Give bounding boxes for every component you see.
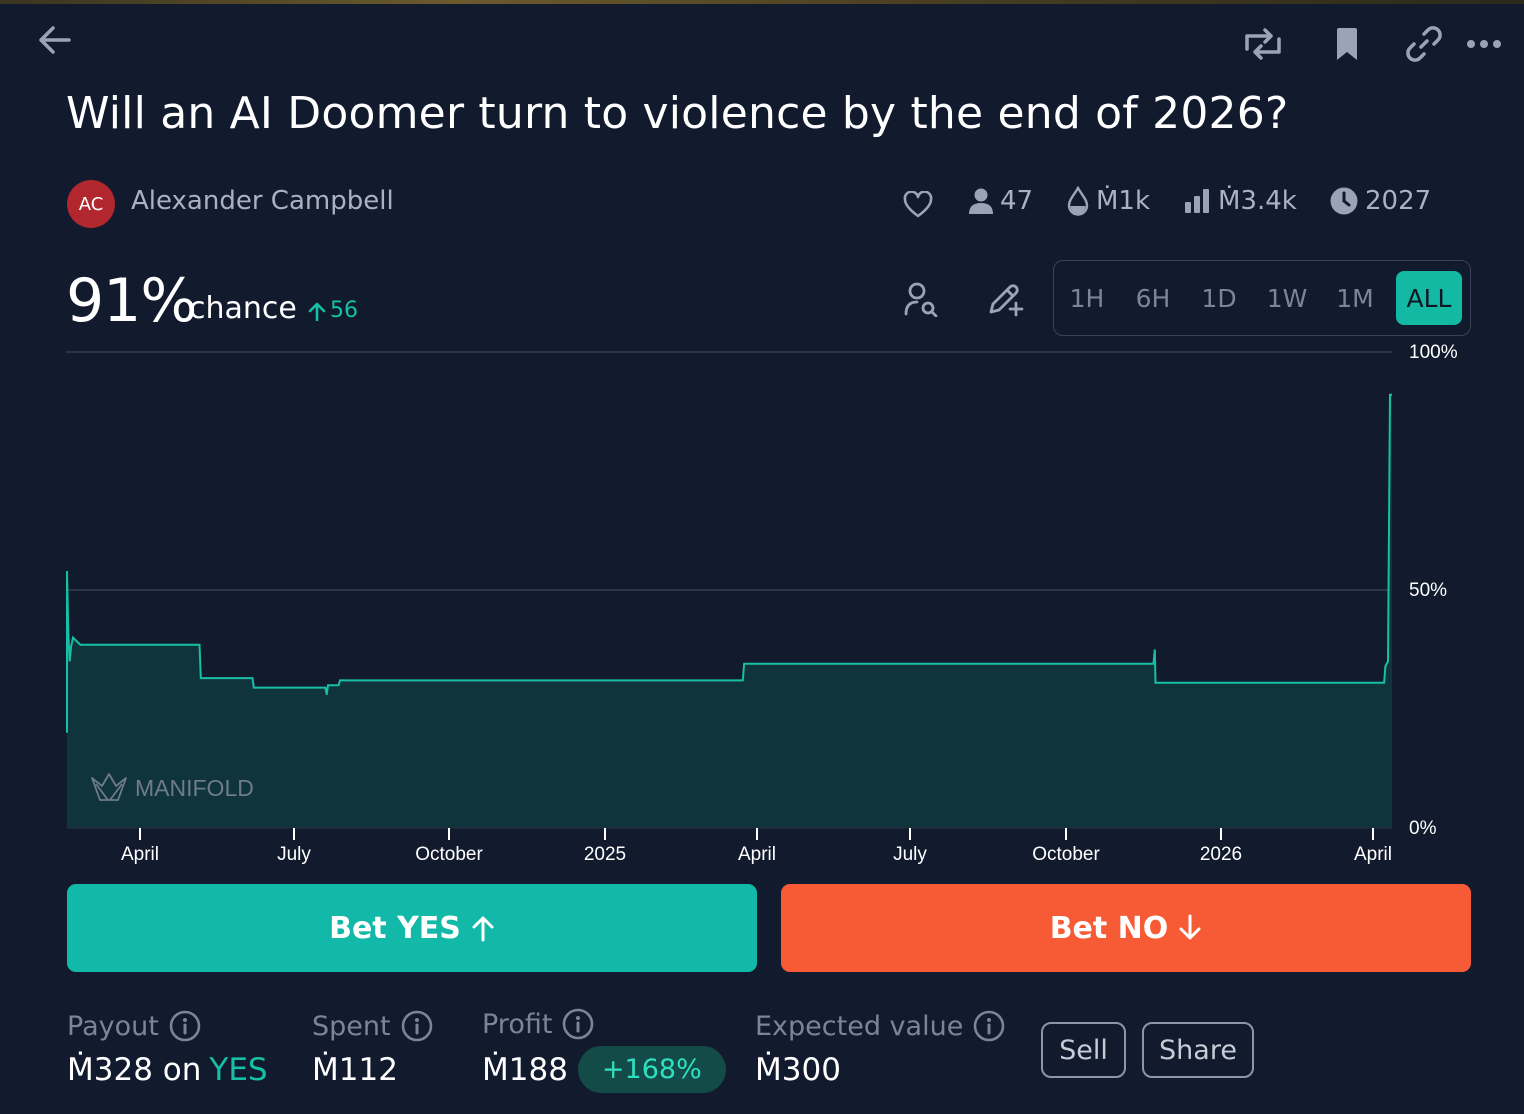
probability-label: chance [189,291,297,326]
info-icon[interactable] [973,1010,1005,1042]
watermark-text: MANIFOLD [135,775,254,801]
payout-amount: Ṁ328 on [67,1052,202,1088]
expected-value: Ṁ300 [755,1052,841,1088]
link-icon [1406,26,1442,62]
profit-percent-badge: +168% [577,1046,726,1093]
range-6h[interactable]: 6H [1126,271,1180,325]
payout-value: Ṁ328 on YES [67,1052,268,1088]
window-top-strip [0,0,1524,4]
spent-value: Ṁ112 [312,1052,398,1088]
bet-no-button[interactable]: Bet NO [781,884,1471,972]
range-1m[interactable]: 1M [1326,271,1384,325]
y-tick-0: 0% [1409,818,1437,839]
author-name[interactable]: Alexander Campbell [131,186,394,216]
expected-value-label: Expected value [755,1010,1005,1042]
x-tick-label: July [277,844,311,865]
expected-value-label-text: Expected value [755,1010,964,1042]
clock-icon [1330,187,1358,215]
probability-chart[interactable]: 100% 50% 0% April July October 2025 April Jul… [0,340,1524,870]
liquidity-stat: Ṁ1k [1066,186,1150,216]
spent-label: Spent [312,1010,433,1042]
bookmark-button[interactable] [1332,26,1362,62]
probability-area [67,394,1392,828]
arrow-up-icon [472,916,494,942]
profit-label: Profit [482,1008,594,1040]
repost-button[interactable] [1240,26,1286,62]
x-tick-label: October [1032,844,1100,865]
arrow-down-icon [1179,914,1201,940]
profit-label-text: Profit [482,1008,553,1040]
share-button[interactable]: Share [1142,1022,1254,1078]
user-search-icon [904,282,938,317]
back-button[interactable] [34,24,74,56]
pencil-plus-icon [989,284,1024,317]
info-icon[interactable] [562,1008,594,1040]
bet-no-label: Bet NO [1049,910,1169,946]
arrow-up-icon [308,302,326,321]
close-date-stat[interactable]: 2027 [1329,186,1431,216]
market-title: Will an AI Doomer turn to violence by th… [66,88,1289,139]
x-tick-label: April [1354,844,1392,865]
volume-value: Ṁ3.4k [1218,186,1297,216]
user-search-button[interactable] [900,280,942,318]
info-icon[interactable] [169,1010,201,1042]
payout-outcome: YES [209,1052,268,1088]
liquidity-value: Ṁ1k [1096,186,1151,216]
more-button[interactable] [1464,34,1504,54]
probability-change-value: 56 [330,298,358,323]
profit-value: Ṁ188 +168% [482,1046,726,1093]
copy-link-button[interactable] [1404,26,1444,62]
x-tick-label: 2025 [584,844,626,865]
arrow-left-icon [39,26,71,54]
y-tick-100: 100% [1409,342,1458,363]
bet-yes-label: Bet YES [329,910,461,946]
probability-change: 56 [308,298,358,323]
range-1w[interactable]: 1W [1258,271,1316,325]
x-tick-label: April [121,844,159,865]
payout-label: Payout [67,1010,201,1042]
add-annotation-button[interactable] [984,280,1026,318]
more-icon [1467,40,1501,48]
x-tick-label: October [415,844,483,865]
range-all[interactable]: ALL [1396,271,1462,325]
spent-label-text: Spent [312,1010,391,1042]
close-year: 2027 [1365,186,1432,216]
like-button[interactable] [902,190,934,220]
volume-stat: Ṁ3.4k [1184,186,1297,216]
sell-button[interactable]: Sell [1041,1022,1126,1078]
range-1h[interactable]: 1H [1060,271,1114,325]
profit-amount: Ṁ188 [482,1051,568,1088]
probability-value: 91% [66,266,197,336]
payout-label-text: Payout [67,1010,159,1042]
time-range-selector: 1H 6H 1D 1W 1M ALL [1053,260,1471,336]
avatar[interactable]: AC [67,180,115,228]
traders-count: 47 [1000,186,1034,216]
repost-icon [1245,28,1281,60]
y-tick-50: 50% [1409,580,1447,601]
info-icon[interactable] [401,1010,433,1042]
bar-chart-icon [1185,189,1209,213]
bookmark-icon [1337,28,1357,60]
x-tick-label: 2026 [1200,844,1242,865]
user-icon [969,188,993,214]
x-tick-label: July [893,844,927,865]
droplet-icon [1067,186,1089,216]
x-tick-label: April [738,844,776,865]
heart-icon [903,191,933,218]
bet-yes-button[interactable]: Bet YES [67,884,757,972]
traders-stat: 47 [968,186,1033,216]
range-1d[interactable]: 1D [1192,271,1246,325]
